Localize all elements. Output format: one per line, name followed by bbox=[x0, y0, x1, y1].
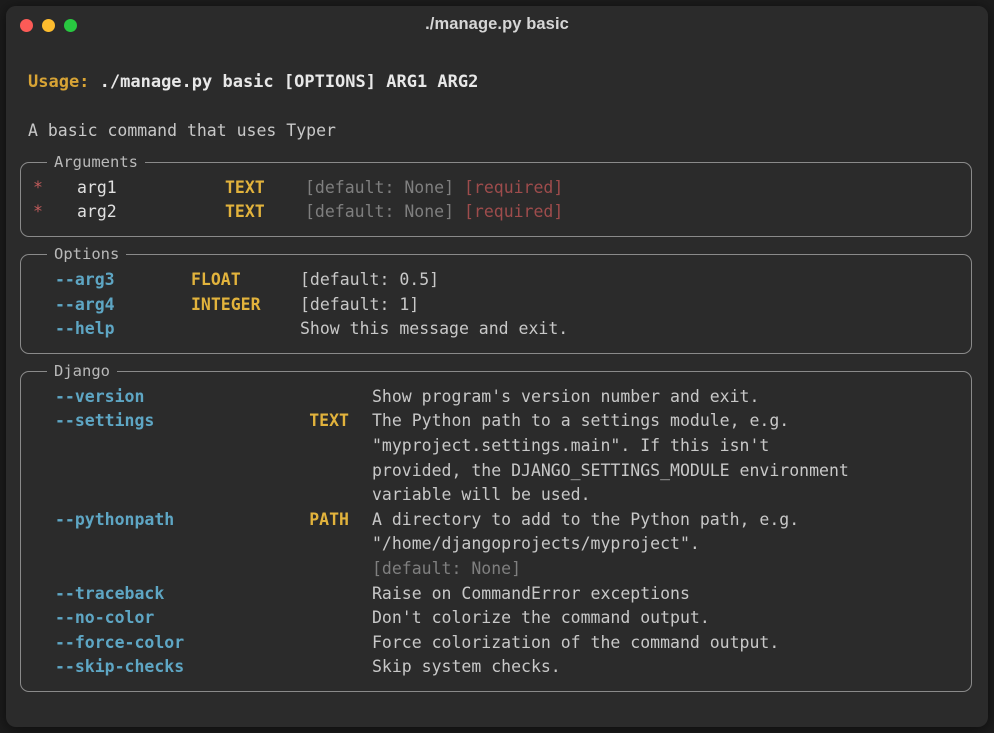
usage-command: ./manage.py basic [OPTIONS] ARG1 ARG2 bbox=[89, 72, 478, 92]
option-flag: --arg3 bbox=[21, 268, 191, 293]
argument-meta: [default: None] [required] bbox=[305, 200, 971, 225]
argument-type: TEXT bbox=[225, 176, 305, 201]
django-panel: Django --version Show program's version … bbox=[20, 371, 972, 692]
options-panel-title: Options bbox=[47, 244, 126, 264]
options-panel: Options --arg3 FLOAT [default: 0.5] --ar… bbox=[20, 254, 972, 354]
option-description: Raise on CommandError exceptions bbox=[372, 582, 971, 607]
option-type: TEXT bbox=[273, 409, 349, 434]
terminal-window: ./manage.py basic Usage: ./manage.py bas… bbox=[6, 6, 988, 727]
option-flag: --force-color bbox=[21, 631, 273, 656]
option-row[interactable]: --help Show this message and exit. bbox=[21, 317, 971, 342]
option-description: Don't colorize the command output. bbox=[372, 606, 971, 631]
option-default: [default: None] bbox=[372, 559, 521, 578]
option-default: [default: 0.5] bbox=[300, 268, 971, 293]
option-flag: --help bbox=[21, 317, 191, 342]
required-marker: * bbox=[21, 176, 55, 201]
option-description: The Python path to a settings module, e.… bbox=[372, 409, 971, 507]
option-description: Skip system checks. bbox=[372, 655, 971, 680]
argument-required-tag: [required] bbox=[464, 178, 563, 197]
option-row[interactable]: --arg4 INTEGER [default: 1] bbox=[21, 293, 971, 318]
option-type: PATH bbox=[273, 508, 349, 533]
option-description-group: A directory to add to the Python path, e… bbox=[372, 508, 971, 582]
option-flag: --version bbox=[21, 385, 273, 410]
option-row[interactable]: --pythonpath PATH A directory to add to … bbox=[21, 508, 971, 582]
option-row[interactable]: --skip-checks Skip system checks. bbox=[21, 655, 971, 680]
option-row[interactable]: --force-color Force colorization of the … bbox=[21, 631, 971, 656]
option-row[interactable]: --no-color Don't colorize the command ou… bbox=[21, 606, 971, 631]
window-title: ./manage.py basic bbox=[6, 15, 988, 34]
option-flag: --settings bbox=[21, 409, 273, 434]
argument-default: [default: None] bbox=[305, 178, 454, 197]
command-description: A basic command that uses Typer bbox=[28, 119, 988, 143]
option-type: INTEGER bbox=[191, 293, 300, 318]
arguments-panel: Arguments * arg1 TEXT [default: None] [r… bbox=[20, 162, 972, 237]
argument-required-tag: [required] bbox=[464, 202, 563, 221]
arguments-panel-body: * arg1 TEXT [default: None] [required] *… bbox=[21, 163, 971, 236]
options-panel-body: --arg3 FLOAT [default: 0.5] --arg4 INTEG… bbox=[21, 255, 971, 353]
argument-type: TEXT bbox=[225, 200, 305, 225]
usage-line: Usage: ./manage.py basic [OPTIONS] ARG1 … bbox=[28, 70, 988, 94]
option-row[interactable]: --settings TEXT The Python path to a set… bbox=[21, 409, 971, 507]
argument-meta: [default: None] [required] bbox=[305, 176, 971, 201]
option-description: Force colorization of the command output… bbox=[372, 631, 971, 656]
option-row[interactable]: --traceback Raise on CommandError except… bbox=[21, 582, 971, 607]
option-description: Show this message and exit. bbox=[300, 317, 971, 342]
argument-row: * arg2 TEXT [default: None] [required] bbox=[21, 200, 971, 225]
option-row[interactable]: --version Show program's version number … bbox=[21, 385, 971, 410]
window-titlebar: ./manage.py basic bbox=[6, 6, 988, 46]
option-flag: --pythonpath bbox=[21, 508, 273, 533]
option-flag: --arg4 bbox=[21, 293, 191, 318]
arguments-panel-title: Arguments bbox=[47, 152, 145, 172]
usage-label: Usage: bbox=[28, 72, 89, 92]
option-description: A directory to add to the Python path, e… bbox=[372, 510, 799, 554]
option-description: Show program's version number and exit. bbox=[372, 385, 971, 410]
django-panel-title: Django bbox=[47, 361, 117, 381]
option-flag: --no-color bbox=[21, 606, 273, 631]
option-type: FLOAT bbox=[191, 268, 300, 293]
terminal-output: Usage: ./manage.py basic [OPTIONS] ARG1 … bbox=[6, 70, 988, 692]
option-flag: --skip-checks bbox=[21, 655, 273, 680]
argument-default: [default: None] bbox=[305, 202, 454, 221]
option-flag: --traceback bbox=[21, 582, 273, 607]
argument-row: * arg1 TEXT [default: None] [required] bbox=[21, 176, 971, 201]
option-row[interactable]: --arg3 FLOAT [default: 0.5] bbox=[21, 268, 971, 293]
argument-name: arg1 bbox=[55, 176, 225, 201]
django-panel-body: --version Show program's version number … bbox=[21, 372, 971, 691]
required-marker: * bbox=[21, 200, 55, 225]
argument-name: arg2 bbox=[55, 200, 225, 225]
option-default: [default: 1] bbox=[300, 293, 971, 318]
